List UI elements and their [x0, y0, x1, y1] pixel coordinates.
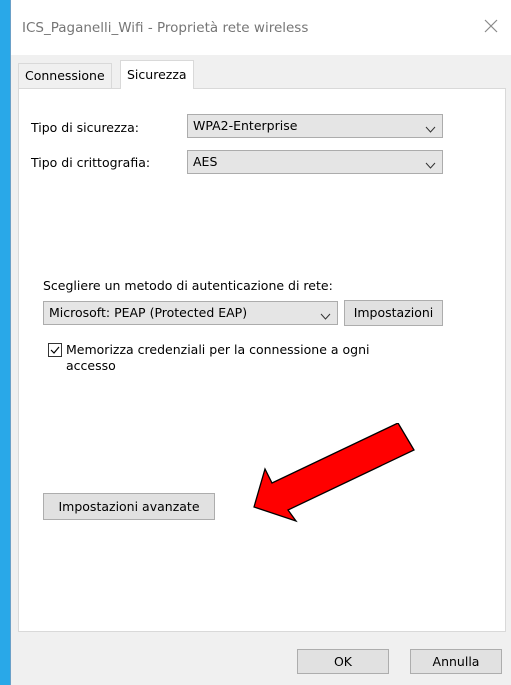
auth-settings-button[interactable]: Impostazioni: [344, 300, 443, 326]
encryption-type-label: Tipo di crittografia:: [31, 155, 151, 170]
cancel-button[interactable]: Annulla: [410, 649, 502, 674]
check-icon: [50, 346, 60, 354]
auth-method-value: Microsoft: PEAP (Protected EAP): [49, 305, 248, 320]
security-type-label: Tipo di sicurezza:: [31, 120, 139, 135]
security-type-value: WPA2-Enterprise: [193, 118, 298, 133]
advanced-settings-button[interactable]: Impostazioni avanzate: [43, 493, 215, 520]
remember-credentials-label-line2: accesso: [66, 358, 116, 373]
wireless-properties-dialog: ICS_Paganelli_Wifi - Proprietà rete wire…: [10, 0, 511, 685]
auth-method-select[interactable]: Microsoft: PEAP (Protected EAP): [43, 301, 338, 325]
auth-method-label: Scegliere un metodo di autenticazione di…: [43, 278, 333, 293]
tab-connessione[interactable]: Connessione: [18, 63, 112, 88]
chevron-down-icon: [320, 309, 331, 320]
encryption-type-select[interactable]: AES: [187, 150, 443, 174]
red-arrow-icon: [253, 423, 415, 523]
remember-credentials-label: Memorizza credenziali per la connessione…: [66, 342, 370, 357]
encryption-type-value: AES: [193, 154, 218, 169]
chevron-down-icon: [425, 122, 436, 133]
title-bar: ICS_Paganelli_Wifi - Proprietà rete wire…: [11, 0, 511, 55]
chevron-down-icon: [425, 158, 436, 169]
window-title: ICS_Paganelli_Wifi - Proprietà rete wire…: [22, 20, 309, 36]
security-type-select[interactable]: WPA2-Enterprise: [187, 114, 443, 138]
close-icon[interactable]: [479, 14, 503, 38]
ok-button[interactable]: OK: [297, 649, 389, 674]
tab-sicurezza[interactable]: Sicurezza: [120, 60, 194, 89]
remember-credentials-checkbox[interactable]: [48, 343, 62, 357]
